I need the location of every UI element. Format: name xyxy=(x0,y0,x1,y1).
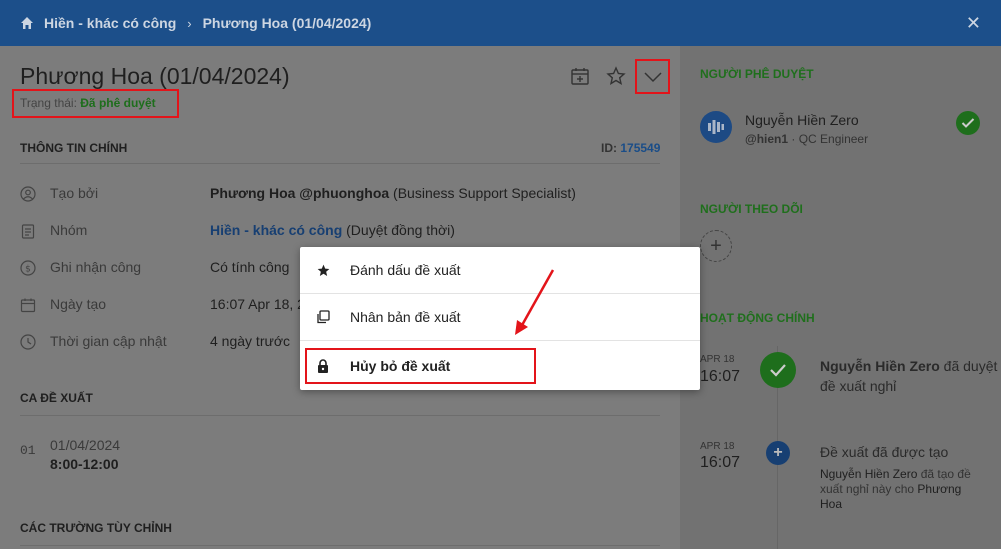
approver-role: QC Engineer xyxy=(798,132,869,146)
info-value: Phương Hoa @phuonghoa (Business Support … xyxy=(210,185,576,201)
close-icon[interactable]: ✕ xyxy=(966,13,981,34)
info-label: Tạo bởi xyxy=(50,185,99,201)
menu-item-label: Nhân bản đề xuất xyxy=(350,309,461,325)
activity-time-value: 16:07 xyxy=(700,454,741,471)
group-mode: (Duyệt đồng thời) xyxy=(342,222,455,238)
approver-handle: @hien1 xyxy=(745,132,789,146)
approved-check-icon xyxy=(956,111,980,135)
avatar[interactable] xyxy=(700,111,732,143)
menu-item-mark[interactable]: Đánh dấu đề xuất xyxy=(300,247,700,294)
approved-check-icon xyxy=(760,352,796,388)
clock-icon xyxy=(20,334,36,350)
page-title: Phương Hoa (01/04/2024) xyxy=(20,63,290,89)
activity-text: Nguyễn Hiền Zero đã duyệt đề xuất nghỉ xyxy=(820,356,1001,396)
copy-icon xyxy=(316,310,330,324)
breadcrumb-group[interactable]: Hiền - khác có công xyxy=(44,15,176,31)
top-bar: Hiền - khác có công › Phương Hoa (01/04/… xyxy=(0,0,1001,46)
activity-month: APR 18 xyxy=(700,354,735,365)
divider xyxy=(20,545,660,546)
info-label: Thời gian cập nhật xyxy=(50,333,167,349)
divider xyxy=(20,163,660,164)
info-value: 4 ngày trước xyxy=(210,333,291,349)
activity-actor[interactable]: Nguyễn Hiền Zero xyxy=(820,467,917,481)
section-title-followers: NGƯỜI THEO DÕI xyxy=(700,202,803,216)
section-title-main-info: THÔNG TIN CHÍNH xyxy=(20,141,128,155)
activity-actor[interactable]: Nguyễn Hiền Zero xyxy=(820,358,940,374)
info-label: Ghi nhận công xyxy=(50,259,142,275)
info-value: Có tính công xyxy=(210,259,290,275)
calendar-add-icon[interactable] xyxy=(570,66,590,86)
shift-index: 01 xyxy=(20,443,36,458)
plus-icon: + xyxy=(766,441,790,465)
activity-time: 16:07 xyxy=(700,368,741,385)
approver-meta: @hien1 · QC Engineer xyxy=(745,132,869,146)
divider xyxy=(20,415,660,416)
svg-text:$: $ xyxy=(25,265,31,275)
calendar-icon xyxy=(20,298,36,313)
shift-time: 8:00-12:00 xyxy=(50,456,119,472)
record-id: ID: 175549 xyxy=(601,141,660,155)
more-actions-button[interactable] xyxy=(635,59,670,94)
highlight-box-status xyxy=(12,89,179,118)
star-outline-icon[interactable] xyxy=(606,66,626,86)
dollar-icon: $ xyxy=(20,260,36,276)
creator-name[interactable]: Phương Hoa @phuonghoa xyxy=(210,185,389,201)
section-title-shifts: CA ĐỀ XUẤT xyxy=(20,391,93,405)
section-title-approvers: NGƯỜI PHÊ DUYỆT xyxy=(700,67,814,81)
info-label: Nhóm xyxy=(50,222,88,238)
highlight-box-cancel xyxy=(305,348,536,384)
activity-detail: Nguyễn Hiền Zero đã tạo đề xuất nghỉ này… xyxy=(820,467,985,512)
id-value: 175549 xyxy=(620,141,661,155)
menu-item-label: Đánh dấu đề xuất xyxy=(350,262,461,278)
section-title-custom-fields: CÁC TRƯỜNG TÙY CHỈNH xyxy=(20,521,172,535)
add-follower-button[interactable]: + xyxy=(700,230,732,262)
info-label: Ngày tạo xyxy=(50,296,107,312)
activity-title: Đề xuất đã được tạo xyxy=(820,444,949,460)
user-icon xyxy=(20,186,36,202)
menu-item-duplicate[interactable]: Nhân bản đề xuất xyxy=(300,294,700,341)
bars-logo-icon xyxy=(708,120,724,134)
creator-role: (Business Support Specialist) xyxy=(389,185,576,201)
chevron-right-icon: › xyxy=(187,15,192,31)
star-icon xyxy=(316,263,330,277)
activity-month: APR 18 xyxy=(700,441,735,452)
group-link[interactable]: Hiền - khác có công xyxy=(210,222,342,238)
side-panel: NGƯỜI PHÊ DUYỆT Nguyễn Hiền Zero @hien1 … xyxy=(680,46,1001,549)
info-value: 16:07 Apr 18, 2 xyxy=(210,296,305,312)
id-label: ID: xyxy=(601,141,617,155)
approver-name[interactable]: Nguyễn Hiền Zero xyxy=(745,112,859,128)
home-icon[interactable] xyxy=(20,16,34,30)
activity-time: 16:07 xyxy=(700,454,740,472)
chevron-down-icon xyxy=(643,71,662,82)
info-row-group: Nhóm Hiền - khác có công (Duyệt đồng thờ… xyxy=(20,222,660,242)
info-value: Hiền - khác có công (Duyệt đồng thời) xyxy=(210,222,455,238)
info-row-created-by: Tạo bởi Phương Hoa @phuonghoa (Business … xyxy=(20,185,660,205)
clipboard-icon xyxy=(21,224,35,239)
breadcrumb-item: Phương Hoa (01/04/2024) xyxy=(202,15,372,31)
section-title-activity: HOẠT ĐỘNG CHÍNH xyxy=(700,311,815,325)
shift-date: 01/04/2024 xyxy=(50,437,121,453)
